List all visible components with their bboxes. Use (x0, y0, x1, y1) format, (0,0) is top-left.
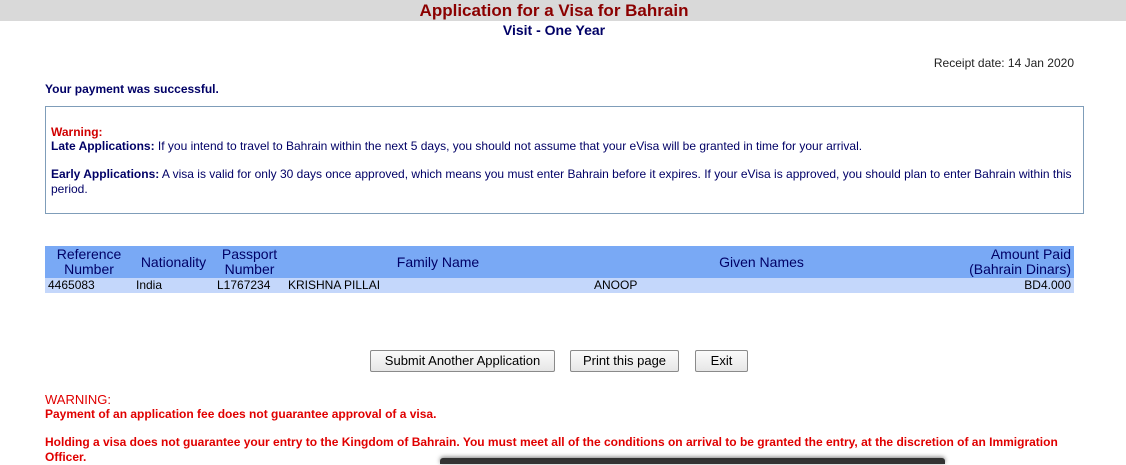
table-row: 4465083 India L1767234 KRISHNA PILLAI AN… (45, 278, 1074, 293)
cell-amount-paid: BD4.000 (932, 278, 1074, 293)
late-applications-note: Late Applications: If you intend to trav… (51, 139, 1078, 154)
receipt-date: Receipt date: 14 Jan 2020 (933, 56, 1074, 70)
warning-title: Warning: (51, 125, 103, 139)
col-nationality: Nationality (133, 246, 214, 278)
cell-family-name: KRISHNA PILLAI (285, 278, 591, 293)
col-given-names: Given Names (591, 246, 932, 278)
page-title: Application for a Visa for Bahrain (419, 1, 689, 20)
cell-passport-number: L1767234 (214, 278, 285, 293)
late-applications-text: If you intend to travel to Bahrain withi… (154, 139, 863, 153)
early-applications-label: Early Applications: (51, 167, 160, 181)
bottom-warning-fee-note: Payment of an application fee does not g… (45, 407, 437, 421)
early-applications-text: A visa is valid for only 30 days once ap… (51, 167, 1072, 196)
exit-button[interactable]: Exit (695, 350, 748, 372)
application-table: Reference Number Nationality Passport Nu… (45, 246, 1074, 293)
overlay-edge (440, 458, 945, 464)
table-header-row: Reference Number Nationality Passport Nu… (45, 246, 1074, 278)
col-family-name: Family Name (285, 246, 591, 278)
cell-nationality: India (133, 278, 214, 293)
col-reference-number: Reference Number (45, 246, 133, 278)
page-subtitle: Visit - One Year (502, 22, 606, 38)
early-applications-note: Early Applications: A visa is valid for … (51, 167, 1078, 197)
late-applications-label: Late Applications: (51, 139, 155, 153)
cell-reference-number: 4465083 (45, 278, 133, 293)
cell-given-names: ANOOP (591, 278, 932, 293)
col-passport-number: Passport Number (214, 246, 285, 278)
bottom-warning: WARNING: Payment of an application fee d… (45, 392, 1085, 465)
bottom-warning-heading: WARNING: (45, 392, 111, 407)
print-page-button[interactable]: Print this page (570, 350, 679, 372)
warning-box: Warning: Late Applications: If you inten… (45, 106, 1084, 214)
col-amount-paid: Amount Paid (Bahrain Dinars) (932, 246, 1074, 278)
action-buttons: Submit Another Application Print this pa… (0, 350, 1126, 374)
submit-another-application-button[interactable]: Submit Another Application (370, 350, 555, 372)
payment-success-message: Your payment was successful. (45, 82, 219, 96)
